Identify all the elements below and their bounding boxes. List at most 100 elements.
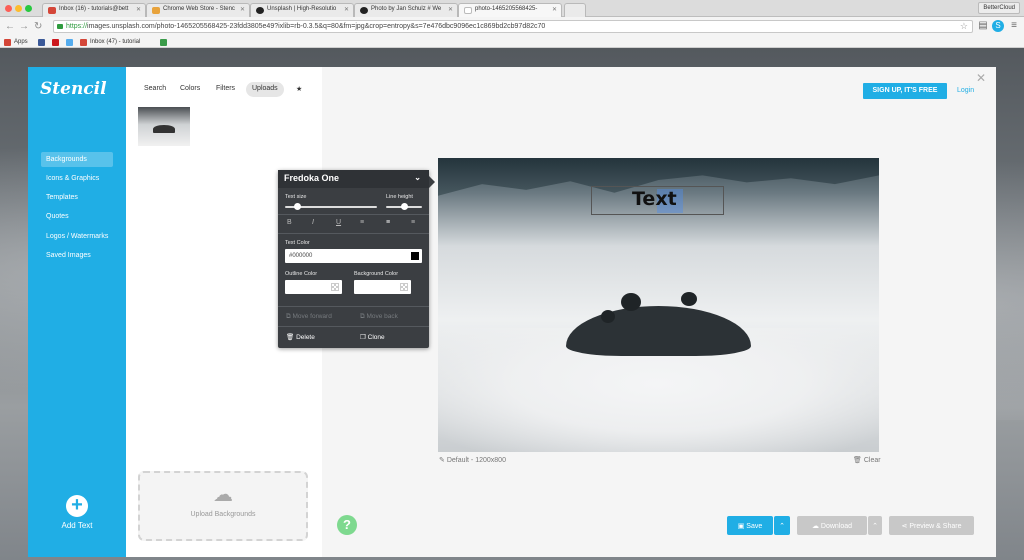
close-tab-icon[interactable]: ✕: [136, 6, 141, 13]
tab-uploads[interactable]: Uploads: [246, 82, 284, 97]
close-tab-icon[interactable]: ✕: [344, 6, 349, 13]
stencil-modal: Stencil Backgrounds Icons & Graphics Tem…: [28, 67, 996, 557]
bookmark-label: Apps: [14, 39, 28, 45]
canvas-text-element[interactable]: Text: [591, 186, 724, 215]
preview-share-button[interactable]: ⋖ Preview & Share: [889, 516, 974, 535]
new-tab-button[interactable]: [564, 3, 586, 17]
hill-island: [566, 306, 751, 356]
outline-color-input[interactable]: [285, 280, 342, 294]
help-button[interactable]: ?: [337, 515, 357, 535]
canvas-text: Text: [632, 188, 677, 210]
maximize-window-icon[interactable]: [25, 5, 32, 12]
sidebar-item-backgrounds[interactable]: Backgrounds: [41, 152, 113, 167]
download-label: Download: [820, 523, 853, 530]
line-height-slider[interactable]: [386, 203, 422, 210]
back-icon[interactable]: ←: [5, 21, 15, 32]
tab-colors[interactable]: Colors: [174, 82, 206, 97]
tab-filters[interactable]: Filters: [210, 82, 241, 97]
bookmark-icon: [160, 38, 167, 46]
move-back-button[interactable]: ⧉ Move back: [360, 313, 398, 321]
browser-tab-chrome-store[interactable]: Chrome Web Store - Stenc ✕: [146, 3, 250, 17]
extension-icon[interactable]: ▤: [977, 20, 989, 32]
download-button[interactable]: ☁ Download: [797, 516, 867, 535]
login-link[interactable]: Login: [957, 87, 974, 94]
canvas-photo[interactable]: Text: [438, 158, 879, 452]
underline-icon[interactable]: U: [336, 219, 341, 226]
italic-icon[interactable]: I: [312, 219, 314, 226]
clear-button[interactable]: 🗑 Clear: [853, 456, 881, 464]
profile-button[interactable]: BetterCloud: [978, 2, 1020, 14]
browser-tab-photo[interactable]: Photo by Jan Schulz # We ✕: [354, 3, 458, 17]
bookmark-star-icon[interactable]: ☆: [960, 21, 968, 32]
chevron-down-icon: ⌄: [414, 173, 421, 182]
text-color-input[interactable]: #000000: [285, 249, 422, 263]
clone-button[interactable]: ❐ Clone: [360, 333, 385, 341]
text-size-knob[interactable]: [294, 203, 302, 210]
text-color-value: #000000: [289, 253, 313, 259]
text-color-label: Text Color: [285, 240, 310, 246]
cloud-download-icon: ☁: [811, 523, 821, 530]
align-right-icon[interactable]: ≡: [411, 219, 415, 226]
close-icon[interactable]: ✕: [976, 71, 986, 85]
sidebar-item-icons-graphics[interactable]: Icons & Graphics: [41, 171, 113, 186]
tab-search[interactable]: Search: [138, 82, 172, 97]
sidebar-item-logos-watermarks[interactable]: Logos / Watermarks: [41, 229, 113, 244]
sidebar-item-saved-images[interactable]: Saved Images: [41, 248, 113, 263]
forward-icon[interactable]: →: [19, 21, 29, 32]
clone-label: Clone: [367, 334, 385, 341]
bookmark-apps[interactable]: Apps: [4, 38, 28, 46]
minimize-window-icon[interactable]: [15, 5, 22, 12]
canvas-size-label[interactable]: ✎ Default - 1200x800: [439, 456, 506, 464]
background-color-input[interactable]: [354, 280, 411, 294]
tab-title: Inbox (16) - tutorials@bett: [59, 6, 129, 12]
panel-arrow: [429, 176, 435, 188]
add-text-button[interactable]: + Add Text: [50, 495, 104, 531]
background-color-swatch[interactable]: [400, 283, 408, 291]
upload-backgrounds-dropzone[interactable]: ☁ Upload Backgrounds: [138, 471, 308, 541]
sidebar-item-templates[interactable]: Templates: [41, 190, 113, 205]
menu-icon[interactable]: ≡: [1008, 20, 1020, 32]
close-tab-icon[interactable]: ✕: [448, 6, 453, 13]
tab-favorites[interactable]: ★: [290, 82, 308, 97]
uploaded-image-thumbnail[interactable]: [138, 107, 190, 146]
save-button[interactable]: ▣ Save: [727, 516, 773, 535]
bookmark-facebook[interactable]: [38, 38, 48, 46]
browser-tab-unsplash[interactable]: Unsplash | High-Resolutio ✕: [250, 3, 354, 17]
apps-grid-icon: [4, 38, 11, 46]
close-tab-icon[interactable]: ✕: [240, 6, 245, 13]
browser-tab-gmail[interactable]: Inbox (16) - tutorials@bett ✕: [42, 3, 146, 17]
close-tab-icon[interactable]: ✕: [552, 6, 557, 13]
reload-icon[interactable]: ↻: [34, 21, 42, 32]
line-height-label: Line height: [386, 194, 413, 200]
align-center-icon[interactable]: ≡: [386, 219, 390, 226]
close-window-icon[interactable]: [5, 5, 12, 12]
stencil-extension-icon[interactable]: S: [992, 20, 1004, 32]
bookmark-inbox[interactable]: Inbox (47) - tutorial: [80, 38, 140, 46]
bold-icon[interactable]: B: [287, 219, 292, 226]
download-options-button[interactable]: ⌃: [868, 516, 882, 535]
align-left-icon[interactable]: ≡: [360, 219, 364, 226]
font-selector[interactable]: Fredoka One ⌄: [278, 170, 429, 188]
sidebar: Stencil Backgrounds Icons & Graphics Tem…: [28, 67, 126, 557]
line-height-knob[interactable]: [400, 203, 408, 210]
text-size-slider[interactable]: [285, 203, 377, 210]
canvas-size-text: Default - 1200x800: [446, 457, 506, 464]
move-forward-button[interactable]: ⧉ Move forward: [286, 313, 332, 321]
outline-color-swatch[interactable]: [331, 283, 339, 291]
browser-tab-active[interactable]: photo-1465205568425- ✕: [458, 3, 562, 17]
bookmark-twitter[interactable]: [66, 38, 76, 46]
delete-button[interactable]: 🗑 Delete: [286, 333, 315, 341]
gmail-icon: [48, 7, 56, 14]
tab-title: Unsplash | High-Resolutio: [267, 6, 337, 12]
preview-label: Preview & Share: [909, 523, 962, 530]
sidebar-item-quotes[interactable]: Quotes: [41, 209, 113, 224]
signup-button[interactable]: SIGN UP, IT'S FREE: [863, 83, 947, 99]
url-scheme: https://: [66, 23, 88, 30]
bookmark-youtube[interactable]: [52, 38, 62, 46]
tab-title: photo-1465205568425-: [475, 6, 538, 12]
bookmark-other[interactable]: [160, 38, 170, 46]
save-options-button[interactable]: ⌃: [774, 516, 790, 535]
address-bar[interactable]: https://images.unsplash.com/photo-146520…: [53, 20, 973, 33]
chevron-up-icon: ⌃: [872, 523, 878, 530]
text-color-swatch[interactable]: [411, 252, 419, 260]
